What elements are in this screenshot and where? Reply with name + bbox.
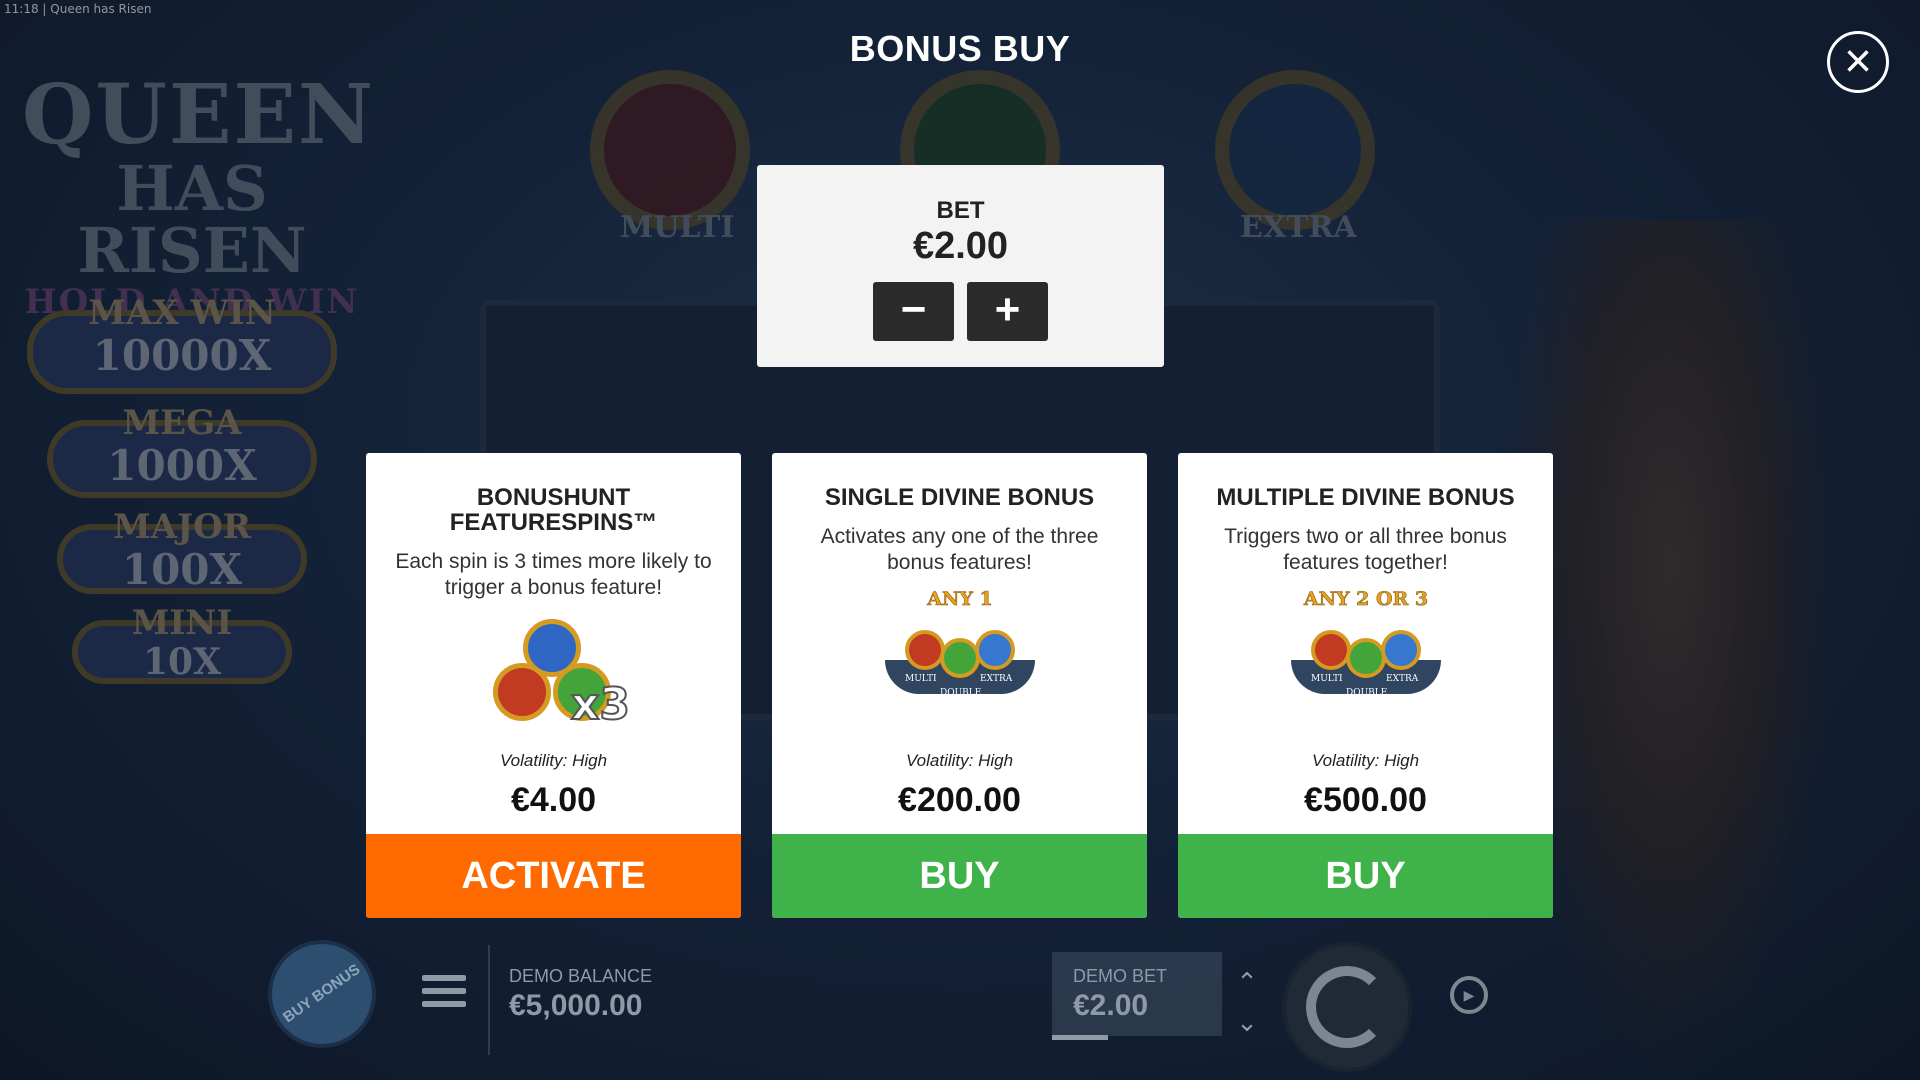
minus-icon[interactable]: − (873, 282, 954, 341)
scarab-trio-icon: x3 (493, 619, 633, 739)
card-title: SINGLE DIVINE BONUS (824, 484, 1095, 511)
art-label-multi: MULTI (905, 674, 937, 684)
arrow-up-icon[interactable]: ⌃ (1232, 962, 1262, 1002)
bet-steppers: − + (757, 282, 1164, 341)
bet-selector: BET €2.00 − + (757, 165, 1164, 367)
autoplay-icon[interactable]: ▶ (1450, 976, 1488, 1014)
menu-icon[interactable] (422, 975, 466, 1011)
card-title: BONUSHUNT FEATURESPINS™ (449, 484, 658, 536)
art-label-extra: EXTRA (980, 674, 1013, 684)
plus-icon[interactable]: + (967, 282, 1048, 341)
demo-balance: DEMO BALANCE €5,000.00 (509, 966, 652, 1023)
art-label-multi: MULTI (1311, 674, 1343, 684)
buy-button[interactable]: BUY (1178, 834, 1553, 918)
demo-balance-label: DEMO BALANCE (509, 966, 653, 986)
card-art: x3 (366, 613, 741, 753)
card-description: Activates any one of the three bonus fea… (820, 525, 1099, 574)
art-label-extra: EXTRA (1386, 674, 1419, 684)
card-volatility: Volatility: High (499, 751, 608, 770)
card-art: ANY 1 MULTI EXTRA DOUBLE (772, 588, 1147, 728)
divine-trio-icon: ANY 2 OR 3 MULTI EXTRA DOUBLE (1291, 588, 1441, 718)
close-icon[interactable]: × (1827, 31, 1889, 93)
bonus-card-bonushunt: BONUSHUNT FEATURESPINS™ Each spin is 3 t… (366, 453, 741, 918)
card-price: €4.00 (510, 781, 597, 819)
demo-bet-label: DEMO BET (1073, 966, 1168, 986)
card-price: €200.00 (898, 781, 1021, 819)
divine-trio-icon: ANY 1 MULTI EXTRA DOUBLE (885, 588, 1035, 718)
art-badge: ANY 1 (927, 588, 993, 611)
art-label-double: DOUBLE (1346, 688, 1388, 698)
card-description: Triggers two or all three bonus features… (1224, 525, 1507, 574)
bet-value: €2.00 (912, 225, 1009, 267)
activate-button[interactable]: ACTIVATE (366, 834, 741, 918)
bet-label: BET (936, 197, 985, 224)
art-label-double: DOUBLE (940, 688, 982, 698)
card-price: €500.00 (1304, 781, 1427, 819)
card-volatility: Volatility: High (905, 751, 1014, 770)
card-volatility: Volatility: High (1311, 751, 1420, 770)
spin-button[interactable] (1282, 942, 1412, 1072)
bonus-card-multiple-divine: MULTIPLE DIVINE BONUS Triggers two or al… (1178, 453, 1553, 918)
demo-bet-value: €2.00 (1073, 989, 1149, 1022)
bar-divider (488, 945, 490, 1055)
buy-button[interactable]: BUY (772, 834, 1147, 918)
arrow-down-icon[interactable]: ⌄ (1232, 1002, 1262, 1042)
card-art: ANY 2 OR 3 MULTI EXTRA DOUBLE (1178, 588, 1553, 728)
demo-bet[interactable]: DEMO BET €2.00 (1052, 952, 1222, 1040)
demo-balance-value: €5,000.00 (509, 989, 643, 1022)
bonus-card-single-divine: SINGLE DIVINE BONUS Activates any one of… (772, 453, 1147, 918)
bet-level-indicator (1052, 1035, 1108, 1040)
multiplier-badge: x3 (570, 678, 631, 731)
bet-arrows[interactable]: ⌃ ⌄ (1232, 962, 1262, 1042)
spin-icon (1306, 966, 1388, 1048)
bonus-buy-title: BONUS BUY (849, 28, 1071, 69)
card-description: Each spin is 3 times more likely to trig… (395, 550, 712, 599)
card-title: MULTIPLE DIVINE BONUS (1216, 484, 1515, 511)
art-badge: ANY 2 OR 3 (1303, 588, 1429, 611)
